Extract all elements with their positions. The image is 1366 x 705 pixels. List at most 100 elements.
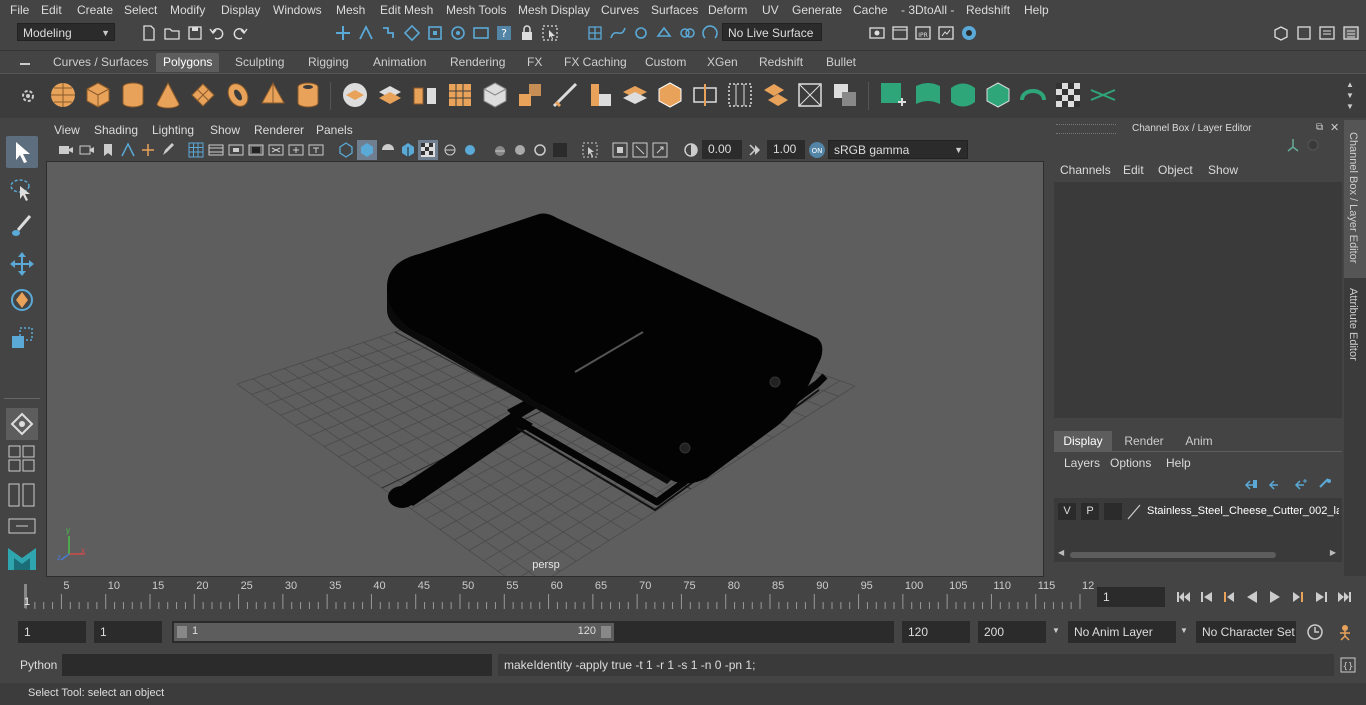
snap-grid-icon[interactable]: [403, 24, 421, 42]
uv-cylindrical-icon[interactable]: [913, 80, 943, 110]
grid-icon[interactable]: [188, 142, 204, 158]
chevron-down-icon[interactable]: ▼: [1180, 626, 1188, 635]
reduce-icon[interactable]: [480, 80, 510, 110]
layer-menu-layers[interactable]: Layers: [1064, 456, 1100, 470]
command-input[interactable]: [62, 654, 492, 676]
menu-deform[interactable]: Deform: [708, 3, 747, 17]
move-layer-down-icon[interactable]: [1268, 477, 1282, 491]
save-scene-icon[interactable]: [186, 24, 204, 42]
play-forwards-icon[interactable]: [1268, 590, 1282, 604]
channel-menu-channels[interactable]: Channels: [1060, 163, 1111, 177]
open-scene-icon[interactable]: [163, 24, 181, 42]
layer-menu-options[interactable]: Options: [1110, 456, 1151, 470]
render-view-icon[interactable]: [937, 24, 955, 42]
color-space-dropdown[interactable]: sRGB gamma ▼: [828, 140, 968, 159]
uv-planar-icon[interactable]: [878, 80, 908, 110]
layer-color-icon[interactable]: [1126, 503, 1142, 520]
select-hierarchy-icon[interactable]: [334, 24, 352, 42]
menu-redshift[interactable]: Redshift: [966, 3, 1010, 17]
viewport-menu-lighting[interactable]: Lighting: [152, 123, 194, 137]
layer-tab-display[interactable]: Display: [1054, 431, 1112, 451]
poly-cone-icon[interactable]: [153, 80, 183, 110]
select-tool[interactable]: [6, 136, 38, 168]
menu-surfaces[interactable]: Surfaces: [651, 3, 698, 17]
edge-loop-icon[interactable]: [690, 80, 720, 110]
tab-curves-surfaces[interactable]: Curves / Surfaces: [46, 53, 155, 72]
hypershade-icon[interactable]: [960, 24, 978, 42]
channel-box-toggle-icon[interactable]: [1342, 24, 1360, 42]
uv-spherical-icon[interactable]: [948, 80, 978, 110]
drag-handle[interactable]: [1056, 124, 1116, 134]
menu-cache[interactable]: Cache: [853, 3, 888, 17]
uv-checker-icon[interactable]: [1053, 80, 1083, 110]
tab-sculpting[interactable]: Sculpting: [228, 53, 291, 72]
insert-edge-icon[interactable]: [725, 80, 755, 110]
wireframe-icon[interactable]: [338, 142, 354, 158]
field-chart-icon[interactable]: [268, 142, 284, 158]
snap-to-curve-icon[interactable]: [609, 24, 627, 42]
go-to-end-icon[interactable]: [1336, 590, 1352, 604]
snap-to-point-icon[interactable]: [632, 24, 650, 42]
layout-side-by-side-icon[interactable]: [8, 483, 36, 507]
lock-icon[interactable]: [518, 24, 536, 42]
side-tab-channel-box[interactable]: Channel Box / Layer Editor: [1344, 120, 1366, 278]
new-layer-selected-icon[interactable]: [1318, 477, 1332, 491]
poly-plane-icon[interactable]: [188, 80, 218, 110]
playback-end-field[interactable]: 120: [902, 621, 970, 643]
default-lighting-icon[interactable]: [380, 142, 396, 158]
snap-to-view-icon[interactable]: [678, 24, 696, 42]
range-slider-handle[interactable]: 1 120: [174, 623, 614, 641]
image-plane-icon[interactable]: [120, 142, 136, 158]
gate-mask-icon[interactable]: [248, 142, 264, 158]
help-icon[interactable]: ?: [495, 24, 513, 42]
menu-3dtoall[interactable]: - 3DtoAll -: [901, 3, 954, 17]
shelf-menu-icon[interactable]: [14, 56, 36, 72]
resolution-gate-icon[interactable]: [228, 142, 244, 158]
uv-automatic-icon[interactable]: [983, 80, 1013, 110]
tab-custom[interactable]: Custom: [638, 53, 693, 72]
tab-xgen[interactable]: XGen: [700, 53, 745, 72]
perspective-viewport[interactable]: x y z persp: [46, 161, 1044, 577]
safe-title-icon[interactable]: [308, 142, 324, 158]
side-tab-attribute-editor[interactable]: Attribute Editor: [1344, 282, 1366, 382]
go-to-start-icon[interactable]: [1176, 590, 1192, 604]
select-cursor-icon[interactable]: [541, 24, 559, 42]
tab-rendering[interactable]: Rendering: [443, 53, 512, 72]
isolate-select-icon[interactable]: [552, 142, 568, 158]
undo-icon[interactable]: [208, 24, 226, 42]
redo-icon[interactable]: [231, 24, 249, 42]
current-frame-field[interactable]: 1: [1097, 587, 1165, 607]
camera-icon[interactable]: [58, 142, 74, 158]
menu-mesh[interactable]: Mesh: [336, 3, 365, 17]
menu-set-dropdown[interactable]: Modeling ▼: [17, 23, 115, 41]
pan-zoom-icon[interactable]: [652, 142, 668, 158]
viewport-menu-shading[interactable]: Shading: [94, 123, 138, 137]
layer-menu-help[interactable]: Help: [1166, 456, 1191, 470]
bridge-icon[interactable]: [550, 80, 580, 110]
layout-single-icon[interactable]: [8, 518, 36, 534]
layer-display-type-toggle[interactable]: [1104, 503, 1122, 520]
range-end-grip[interactable]: [601, 626, 611, 638]
lasso-tool[interactable]: [6, 174, 38, 206]
uv-cut-sew-icon[interactable]: [1088, 80, 1118, 110]
render-settings-icon[interactable]: [868, 24, 886, 42]
textured-icon[interactable]: [400, 142, 416, 158]
attribute-editor-icon[interactable]: [1318, 24, 1336, 42]
shelf-scroll[interactable]: ▲ ▼ ▼: [1344, 80, 1356, 112]
layer-list-scrollbar[interactable]: ◀ ▶: [1058, 548, 1336, 560]
select-camera-icon[interactable]: [582, 142, 598, 158]
animation-start-field[interactable]: 1: [18, 621, 86, 643]
tab-fx-caching[interactable]: FX Caching: [557, 53, 634, 72]
film-gate-icon[interactable]: [208, 142, 224, 158]
grid-toggle-icon[interactable]: [140, 142, 156, 158]
range-slider[interactable]: 1 120: [172, 621, 894, 643]
motion-blur-icon[interactable]: [492, 142, 508, 158]
layout-four-panes-icon[interactable]: [8, 445, 36, 473]
select-object-icon[interactable]: [357, 24, 375, 42]
channel-list[interactable]: [1054, 182, 1342, 418]
xray-button[interactable]: [418, 140, 438, 160]
command-language-label[interactable]: Python: [20, 658, 57, 672]
scale-tool[interactable]: [6, 322, 38, 354]
slide-edge-icon[interactable]: [795, 80, 825, 110]
bookmark-icon[interactable]: [100, 142, 116, 158]
